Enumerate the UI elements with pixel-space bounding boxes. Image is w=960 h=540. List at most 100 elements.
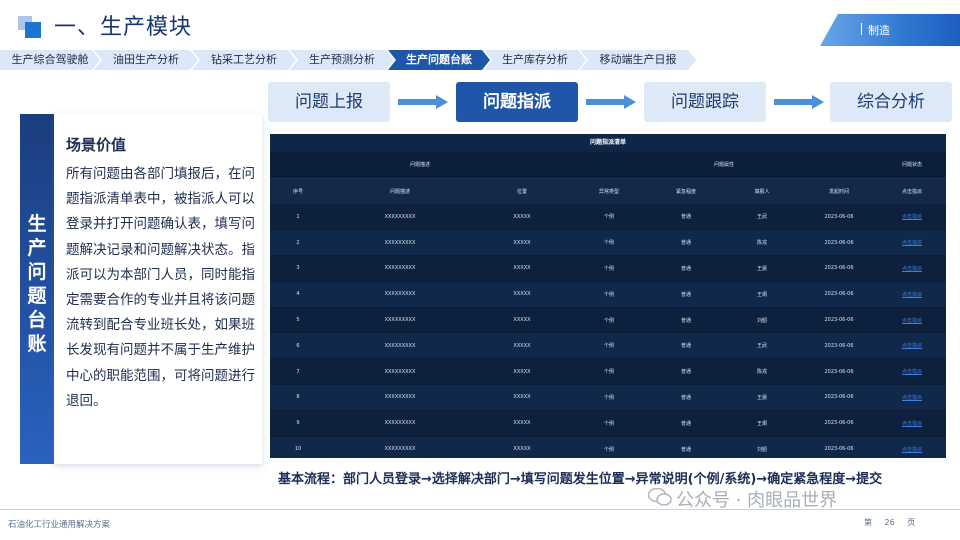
- group-header: 问题属性: [570, 152, 879, 179]
- tab-inventory-analysis[interactable]: 生产库存分析: [484, 50, 586, 70]
- page-number: 第 26 页: [864, 517, 915, 528]
- tab-problem-ledger[interactable]: 生产问题台账: [388, 50, 490, 70]
- cell-urgency: 普通: [648, 410, 724, 437]
- vertical-title-char: 问: [27, 261, 47, 283]
- cell-description: XXXXXXXXX: [326, 358, 474, 386]
- scenario-heading: 场景价值: [66, 136, 127, 154]
- tab-drilling-analysis[interactable]: 钻采工艺分析: [192, 50, 296, 70]
- group-header: 问题状态: [878, 152, 946, 179]
- assignment-list-panel: 问题指派清单 问题描述 问题属性 问题状态 序号 问题描述 位置 异常类型 紧急…: [270, 134, 946, 458]
- column-header: 序号: [270, 178, 326, 204]
- right-arrow-icon: [586, 95, 636, 109]
- cell-anomaly-type: 个例: [570, 307, 648, 334]
- cell-date: 2023-06-06: [800, 255, 879, 282]
- cell-description: XXXXXXXXX: [326, 307, 474, 334]
- wechat-icon: [648, 488, 672, 506]
- page-suffix: 页: [907, 518, 916, 527]
- assign-link[interactable]: 点击指派: [878, 410, 946, 437]
- cell-index: 3: [270, 255, 326, 282]
- tab-forecast-analysis[interactable]: 生产预测分析: [290, 50, 394, 70]
- cell-anomaly-type: 个例: [570, 436, 648, 458]
- tab-mobile-daily-report[interactable]: 移动端生产日报: [580, 50, 696, 70]
- table-row: 8 XXXXXXXXX XXXXX 个例 普通 王晨 2023-06-06 点击指派: [270, 384, 946, 411]
- footer-text: 石油化工行业通用解决方案: [8, 520, 111, 530]
- cell-reporter: 王炯: [724, 410, 800, 437]
- cell-reporter: 王晨: [724, 384, 800, 411]
- cell-date: 2023-06-06: [800, 436, 879, 458]
- vertical-title-char: 生: [27, 213, 47, 235]
- vertical-title: 生 产 问 题 台 账: [20, 212, 54, 356]
- cell-location: XXXXX: [474, 255, 570, 282]
- cell-index: 1: [270, 204, 326, 231]
- basic-flow-text: 基本流程：部门人员登录→选择解决部门→填写问题发生位置→异常说明(个例/系统)→…: [278, 472, 883, 487]
- module-tab-bar: 生产综合驾驶舱 油田生产分析 钻采工艺分析 生产预测分析 生产问题台账 生产库存…: [0, 50, 960, 70]
- cell-urgency: 普通: [648, 204, 724, 231]
- step-assign[interactable]: 问题指派: [456, 82, 578, 122]
- cell-date: 2023-06-06: [800, 384, 879, 411]
- cell-location: XXXXX: [474, 204, 570, 231]
- assign-link[interactable]: 点击指派: [878, 358, 946, 386]
- cell-date: 2023-06-06: [800, 332, 879, 360]
- assign-link[interactable]: 点击指派: [878, 281, 946, 308]
- cell-location: XXXXX: [474, 384, 570, 411]
- cell-reporter: 王武: [724, 204, 800, 231]
- logo-square-dark: [25, 22, 41, 38]
- table-row: 2 XXXXXXXXX XXXXX 个例 普通 陈戎 2023-06-06 点击指派: [270, 229, 946, 257]
- step-report[interactable]: 问题上报: [268, 82, 390, 122]
- cell-location: XXXXX: [474, 281, 570, 308]
- cell-description: XXXXXXXXX: [326, 204, 474, 231]
- assign-link[interactable]: 点击指派: [878, 332, 946, 360]
- vertical-title-char: 题: [27, 285, 47, 307]
- table-row: 1 XXXXXXXXX XXXXX 个例 普通 王武 2023-06-06 点击指派: [270, 204, 946, 231]
- tab-cockpit[interactable]: 生产综合驾驶舱: [0, 50, 100, 70]
- cell-index: 10: [270, 436, 326, 458]
- cell-date: 2023-06-06: [800, 229, 879, 257]
- cell-reporter: 陈戎: [724, 358, 800, 386]
- assign-link[interactable]: 点击指派: [878, 229, 946, 257]
- cell-anomaly-type: 个例: [570, 229, 648, 257]
- scenario-body: 所有问题由各部门填报后，在问题指派清单表中，被指派人可以登录并打开问题确认表，填…: [66, 166, 255, 409]
- table-row: 4 XXXXXXXXX XXXXX 个例 普通 王炯 2023-06-06 点击指派: [270, 281, 946, 308]
- cell-date: 2023-06-06: [800, 307, 879, 334]
- assign-link[interactable]: 点击指派: [878, 384, 946, 411]
- header-tag-label: 制造: [868, 24, 890, 37]
- step-track[interactable]: 问题跟踪: [644, 82, 766, 122]
- assign-link[interactable]: 点击指派: [878, 436, 946, 458]
- cell-urgency: 普通: [648, 255, 724, 282]
- page-title: 一、生产模块: [54, 15, 193, 40]
- cell-reporter: 刘韶: [724, 436, 800, 458]
- cell-urgency: 普通: [648, 384, 724, 411]
- cell-urgency: 普通: [648, 281, 724, 308]
- table-row: 7 XXXXXXXXX XXXXX 个例 普通 陈戎 2023-06-06 点击指派: [270, 358, 946, 386]
- header-tag: 制造: [820, 14, 960, 46]
- table-row: 6 XXXXXXXXX XXXXX 个例 普通 王武 2023-06-06 点击指派: [270, 332, 946, 360]
- cell-urgency: 普通: [648, 358, 724, 386]
- cell-location: XXXXX: [474, 229, 570, 257]
- table-row: 5 XXXXXXXXX XXXXX 个例 普通 刘韶 2023-06-06 点击指派: [270, 307, 946, 334]
- cell-description: XXXXXXXXX: [326, 255, 474, 282]
- cell-reporter: 刘韶: [724, 307, 800, 334]
- table-row: 10 XXXXXXXXX XXXXX 个例 普通 刘韶 2023-06-06 点击指派: [270, 436, 946, 458]
- cell-description: XXXXXXXXX: [326, 229, 474, 257]
- step-analysis[interactable]: 综合分析: [830, 82, 952, 122]
- vertical-title-char: 产: [27, 237, 47, 259]
- cell-urgency: 普通: [648, 229, 724, 257]
- table-title: 问题指派清单: [270, 134, 946, 152]
- group-header: 问题描述: [270, 152, 570, 179]
- cell-reporter: 王晨: [724, 255, 800, 282]
- cell-anomaly-type: 个例: [570, 384, 648, 411]
- assign-link[interactable]: 点击指派: [878, 204, 946, 231]
- cell-anomaly-type: 个例: [570, 332, 648, 360]
- column-header: 点击指派: [878, 178, 946, 204]
- cell-reporter: 王炯: [724, 281, 800, 308]
- right-arrow-icon: [774, 95, 824, 109]
- column-header: 异常类型: [570, 178, 648, 204]
- cell-anomaly-type: 个例: [570, 281, 648, 308]
- cell-index: 4: [270, 281, 326, 308]
- assign-link[interactable]: 点击指派: [878, 307, 946, 334]
- assign-link[interactable]: 点击指派: [878, 255, 946, 282]
- tab-oilfield-analysis[interactable]: 油田生产分析: [94, 50, 198, 70]
- cell-date: 2023-06-06: [800, 358, 879, 386]
- cell-urgency: 普通: [648, 307, 724, 334]
- cell-date: 2023-06-06: [800, 204, 879, 231]
